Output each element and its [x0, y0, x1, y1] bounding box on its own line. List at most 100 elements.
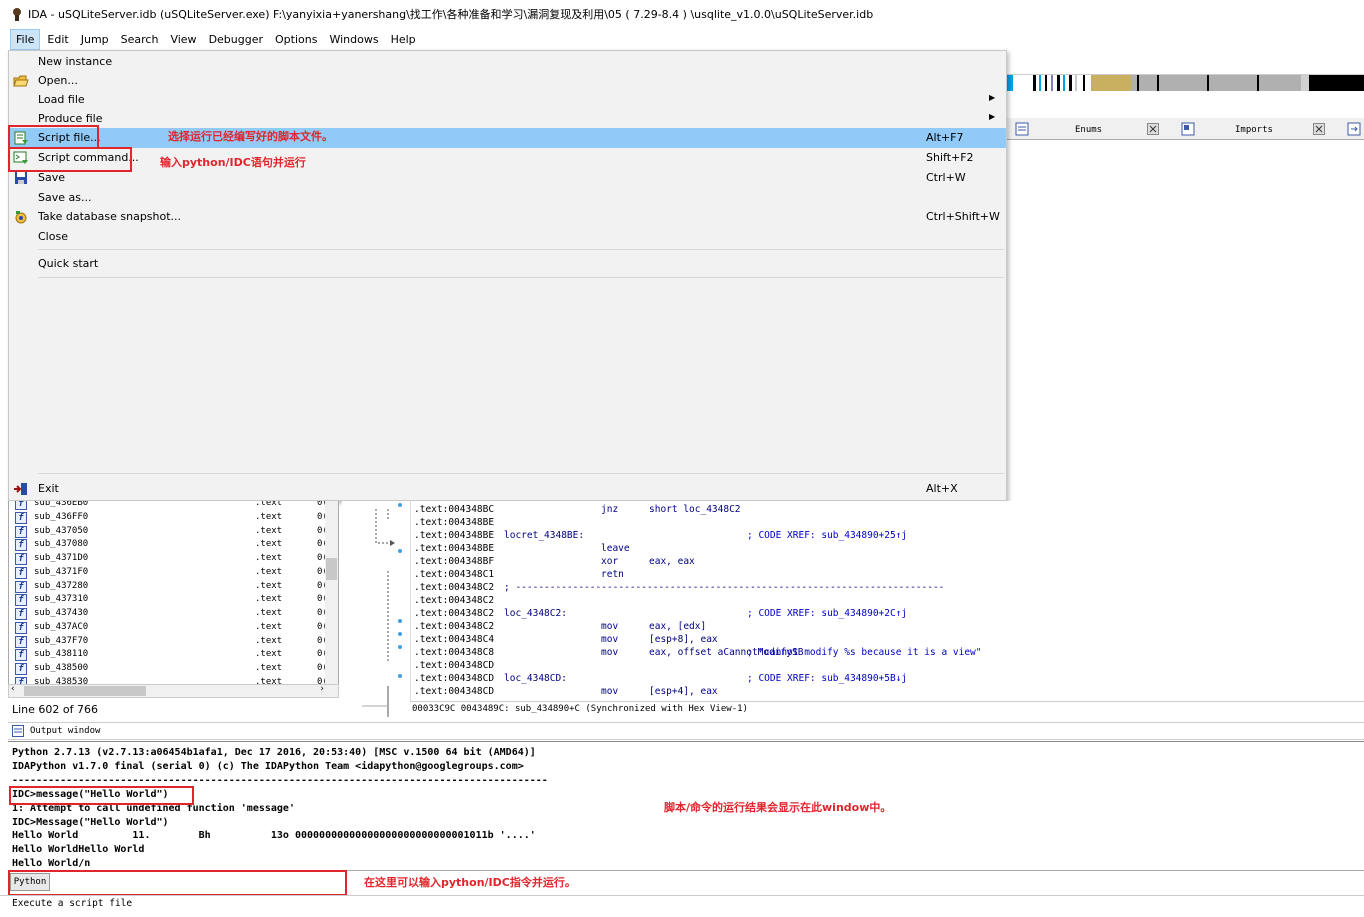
- disasm-comment: ; "cannot modify %s because it is a view…: [747, 647, 982, 658]
- menu-item-quick-start[interactable]: Quick start: [9, 254, 1006, 274]
- function-icon: f: [15, 649, 27, 662]
- function-row[interactable]: f sub_438500 .text 0(: [9, 662, 328, 676]
- menu-item-close[interactable]: Close: [9, 227, 1006, 247]
- function-icon: f: [15, 594, 27, 607]
- tab-enums[interactable]: Enums: [1075, 125, 1102, 135]
- function-icon: f: [15, 511, 27, 524]
- menu-view[interactable]: View: [165, 30, 201, 49]
- menu-item-save-as[interactable]: Save as...: [9, 188, 1006, 208]
- function-row[interactable]: f sub_437080 .text 0(: [9, 538, 328, 552]
- menu-item-exit[interactable]: Exit Alt+X: [9, 479, 1006, 499]
- function-row[interactable]: f sub_437280 .text 0(: [9, 580, 328, 594]
- output-annotation: 脚本/命令的运行结果会显示在此window中。: [664, 801, 892, 814]
- menu-edit[interactable]: Edit: [42, 30, 73, 49]
- function-name: sub_438530: [34, 676, 89, 684]
- function-row[interactable]: f sub_438110 .text 0(: [9, 648, 328, 662]
- function-row[interactable]: f sub_438530 .text 0(: [9, 676, 328, 684]
- menu-item-load-file[interactable]: Load file ▶: [9, 90, 1006, 110]
- disasm-mnemonic: xor: [601, 556, 619, 567]
- disasm-mnemonic: jnz: [601, 504, 619, 515]
- function-row[interactable]: f sub_4371F0 .text 0(: [9, 566, 328, 580]
- menu-item-open[interactable]: Open...: [9, 71, 1006, 91]
- menu-windows[interactable]: Windows: [324, 30, 383, 49]
- menu-debugger[interactable]: Debugger: [204, 30, 268, 49]
- file-menu-dropdown: New instance Open... Load file ▶ Produce…: [8, 50, 1007, 501]
- menu-separator: [38, 277, 1004, 278]
- disasm-comment: ; CODE XREF: sub_434890+2C↑j: [747, 608, 908, 619]
- function-row[interactable]: f sub_437430 .text 0(: [9, 607, 328, 621]
- menu-item-script-command[interactable]: Script command... Shift+F2: [9, 148, 1006, 168]
- menu-bar: File Edit Jump Search View Debugger Opti…: [0, 28, 1364, 50]
- disasm-address: .text:004348C2: [414, 595, 495, 606]
- disassembly-sync-status: 00033C9C 0043489C: sub_434890+C (Synchro…: [410, 701, 1364, 717]
- disasm-address: .text:004348C8: [414, 647, 495, 658]
- title-bar: IDA - uSQLiteServer.idb (uSQLiteServer.e…: [0, 0, 1364, 28]
- close-icon[interactable]: [1313, 123, 1325, 138]
- save-icon: [13, 170, 29, 186]
- function-icon: f: [15, 501, 27, 510]
- disassembly-view[interactable]: .text:004348BC jnz short loc_4348C2 .text:0…: [410, 501, 1364, 701]
- tab-strip: Enums Imports: [1007, 118, 1364, 140]
- function-segment: .text: [255, 566, 283, 577]
- scrollbar-thumb[interactable]: [326, 558, 337, 580]
- menu-separator: [38, 249, 1004, 250]
- function-segment: .text: [255, 553, 283, 563]
- menu-search[interactable]: Search: [116, 30, 164, 49]
- flow-arrows-gutter: [342, 501, 410, 717]
- disasm-address: .text:004348BE: [414, 530, 495, 541]
- disasm-address: .text:004348BC: [414, 504, 495, 515]
- function-row[interactable]: f sub_436EB0 .text 0(: [9, 501, 328, 511]
- function-icon: f: [15, 608, 27, 620]
- close-icon[interactable]: [1147, 123, 1159, 138]
- disasm-address: .text:004348BF: [414, 556, 495, 567]
- function-row[interactable]: f sub_4371D0 .text 0(: [9, 552, 328, 566]
- function-name: sub_437F70: [34, 635, 89, 646]
- functions-list[interactable]: f sub_436EB0 .text 0(f sub_436FF0 .text 0(f sub…: [8, 501, 339, 684]
- scrollbar-thumb[interactable]: [24, 686, 146, 696]
- folder-open-icon: [13, 73, 29, 89]
- exit-icon: [13, 481, 29, 497]
- function-icon: f: [15, 621, 27, 634]
- disasm-mnemonic: mov: [601, 647, 619, 658]
- output-line: IDC>Message("Hello World"): [12, 816, 169, 828]
- menu-item-produce-file[interactable]: Produce file ▶: [9, 109, 1006, 129]
- navigation-band[interactable]: [1007, 74, 1364, 91]
- disasm-address: .text:004348C2: [414, 621, 495, 632]
- submenu-arrow-icon: ▶: [989, 112, 996, 121]
- menu-file[interactable]: File: [10, 28, 41, 50]
- menu-separator: [38, 473, 1004, 474]
- ida-logo-icon: [10, 7, 24, 21]
- function-segment: .text: [255, 635, 283, 646]
- function-name: sub_438500: [34, 663, 89, 673]
- menu-item-take-snapshot[interactable]: Take database snapshot... Ctrl+Shift+W: [9, 207, 1006, 227]
- disasm-address: .text:004348C2: [414, 582, 495, 593]
- function-name: sub_437310: [34, 594, 89, 605]
- scroll-right-icon[interactable]: ›: [320, 684, 324, 694]
- function-icon: f: [15, 539, 27, 552]
- disasm-address: .text:004348C4: [414, 634, 495, 645]
- function-name: sub_437430: [34, 608, 89, 618]
- output-window-icon: [12, 725, 24, 740]
- menu-jump[interactable]: Jump: [76, 30, 114, 49]
- tab-imports[interactable]: Imports: [1235, 125, 1273, 135]
- function-icon: f: [15, 566, 27, 579]
- menu-item-new-instance[interactable]: New instance: [9, 52, 1006, 72]
- function-row[interactable]: f sub_437AC0 .text 0(: [9, 621, 328, 635]
- menu-item-save[interactable]: Save Ctrl+W: [9, 168, 1006, 188]
- function-row[interactable]: f sub_437310 .text 0(: [9, 593, 328, 607]
- menu-item-script-file[interactable]: Script file... Alt+F7: [9, 128, 1006, 148]
- disasm-address: .text:004348CD: [414, 673, 495, 684]
- functions-scrollbar-vertical[interactable]: [325, 501, 338, 684]
- scroll-left-icon[interactable]: ‹: [11, 684, 15, 694]
- function-segment: .text: [255, 525, 283, 536]
- python-input-annotation: 在这里可以输入python/IDC指令并运行。: [364, 876, 576, 889]
- function-row[interactable]: f sub_437F70 .text 0(: [9, 635, 328, 649]
- function-row[interactable]: f sub_436FF0 .text 0(: [9, 511, 328, 525]
- disasm-operands: eax, eax: [649, 556, 695, 567]
- output-line: ----------------------------------------…: [12, 774, 548, 786]
- menu-options[interactable]: Options: [270, 30, 322, 49]
- disasm-operands: short loc_4348C2: [649, 504, 741, 515]
- menu-help[interactable]: Help: [386, 30, 421, 49]
- function-row[interactable]: f sub_437050 .text 0(: [9, 525, 328, 539]
- snapshot-icon: [13, 209, 29, 225]
